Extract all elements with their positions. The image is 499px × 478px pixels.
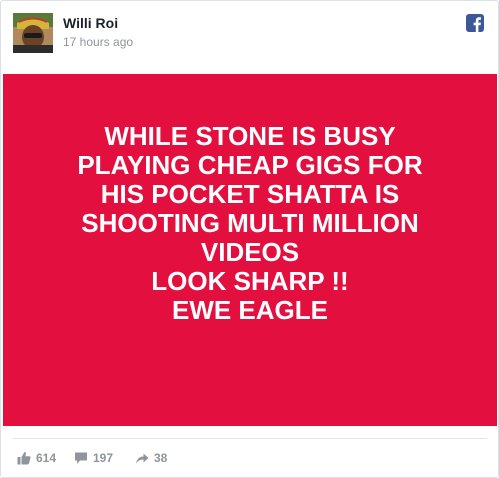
post-image-line: HIS POCKET SHATTA IS — [100, 179, 400, 209]
thumbs-up-icon — [17, 452, 31, 465]
post-image-line: SHOOTING MULTI MILLION — [81, 208, 419, 238]
comment-count-value: 197 — [93, 451, 114, 465]
avatar[interactable] — [13, 13, 53, 53]
post-image-line: VIDEOS — [200, 237, 300, 267]
post-image-line: PLAYING CHEAP GIGS FOR — [77, 150, 423, 180]
post-timestamp[interactable]: 17 hours ago — [63, 35, 133, 49]
share-count[interactable]: 38 — [135, 447, 167, 469]
post-image-line: LOOK SHARP !! — [151, 266, 349, 296]
post-image-line: EWE EAGLE — [171, 295, 328, 325]
share-arrow-icon — [136, 453, 149, 464]
like-count[interactable]: 614 — [17, 447, 56, 469]
post-image[interactable]: WHILE STONE IS BUSY PLAYING CHEAP GIGS F… — [3, 74, 497, 426]
author-name[interactable]: Willi Roi — [63, 15, 118, 31]
speech-bubble-icon — [75, 452, 87, 464]
like-count-value: 614 — [36, 451, 57, 465]
avatar-image — [13, 13, 53, 53]
post-header: Willi Roi 17 hours ago — [1, 1, 498, 73]
share-count-value: 38 — [154, 451, 168, 465]
post-image-line: WHILE STONE IS BUSY — [104, 121, 396, 151]
post-image-text: WHILE STONE IS BUSY PLAYING CHEAP GIGS F… — [3, 122, 497, 325]
footer-divider — [13, 438, 487, 439]
comment-count[interactable]: 197 — [74, 447, 113, 469]
facebook-icon[interactable] — [466, 14, 484, 32]
post-card: Willi Roi 17 hours ago WHILE STONE IS BU… — [0, 0, 499, 478]
